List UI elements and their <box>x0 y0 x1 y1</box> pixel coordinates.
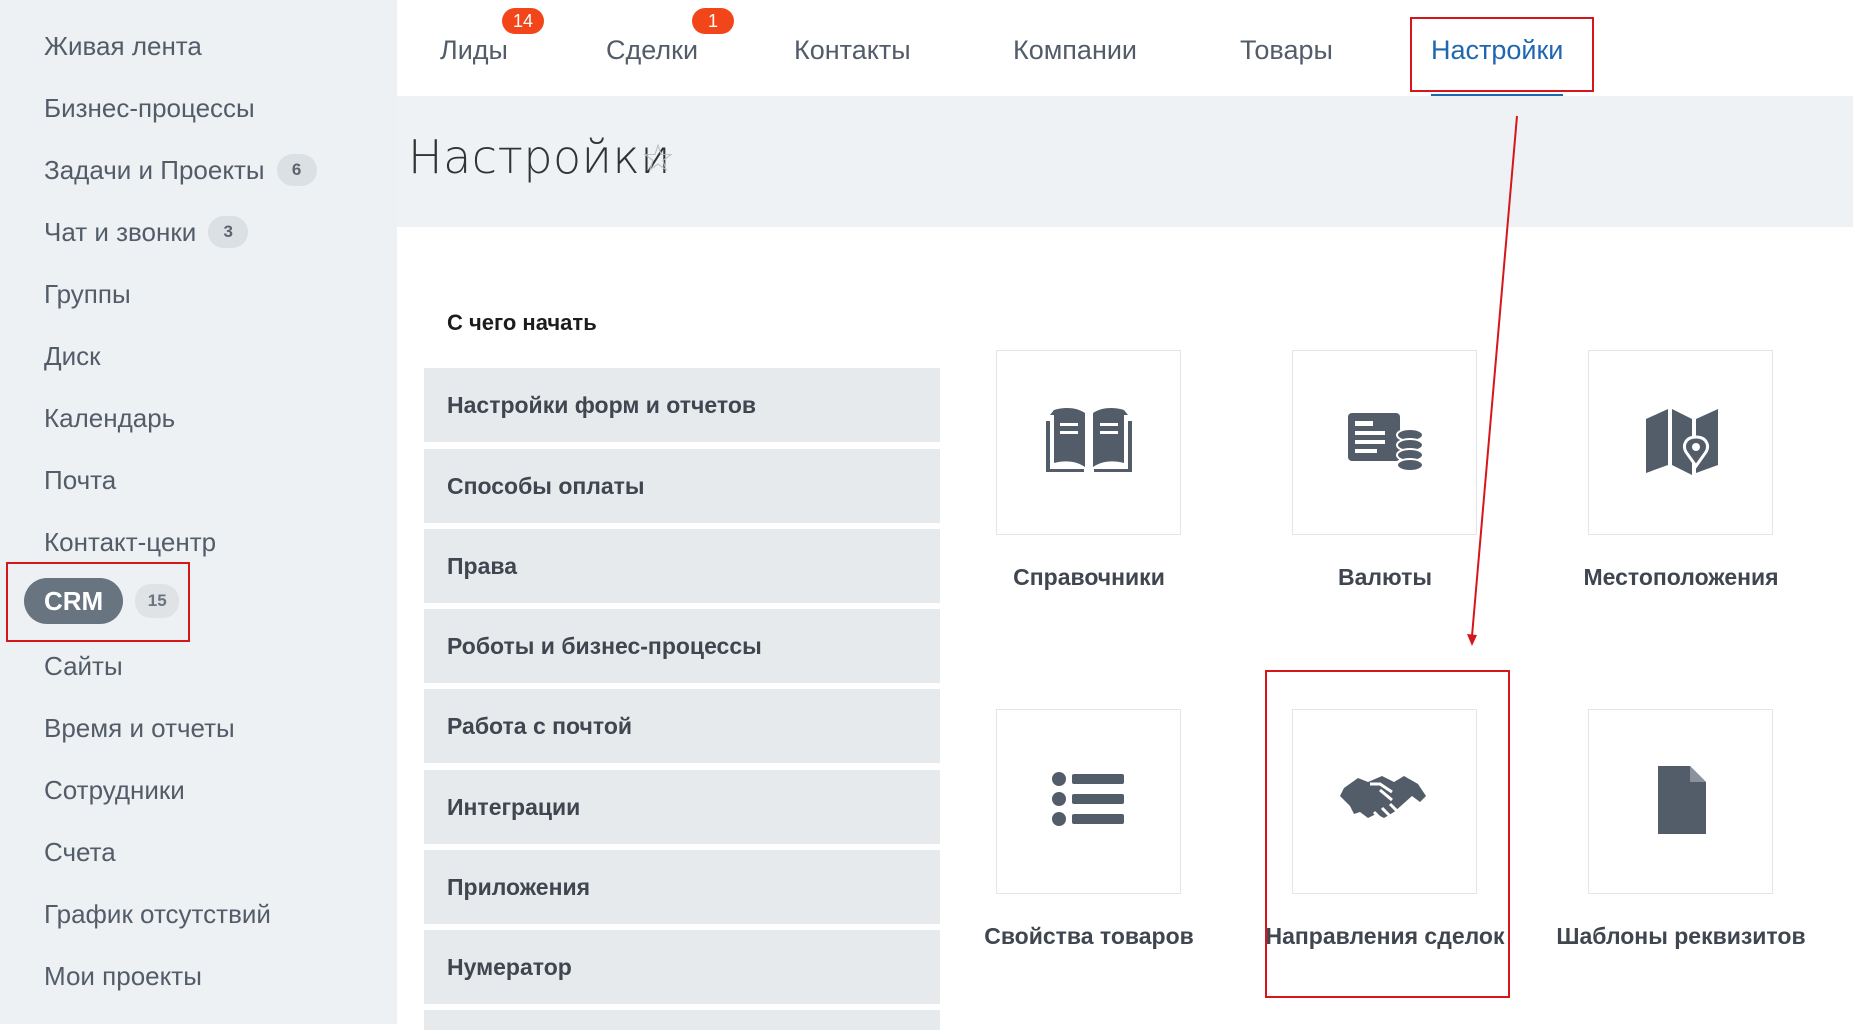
tile-label: Местоположения <box>1583 564 1779 590</box>
sidebar-item-my-projects[interactable]: Мои проекты <box>44 956 202 996</box>
tab-label: Контакты <box>794 34 911 65</box>
sidebar-item-employees[interactable]: Сотрудники <box>44 770 185 810</box>
tab-products[interactable]: Товары <box>1240 28 1333 72</box>
sidebar-item-sites[interactable]: Сайты <box>44 646 123 686</box>
tab-label: Сделки <box>606 34 699 65</box>
page-title: Настройки <box>408 130 672 184</box>
document-icon <box>1636 754 1726 849</box>
tab-contacts[interactable]: Контакты <box>794 28 911 72</box>
sidebar-item-label: Задачи и Проекты <box>44 154 265 185</box>
sidebar-item-groups[interactable]: Группы <box>44 274 131 314</box>
sidebar-item-badge: 3 <box>208 216 249 248</box>
sidebar-item-label: Живая лента <box>44 30 202 61</box>
settings-tab-highlight-frame <box>1410 17 1594 92</box>
list-icon <box>1044 754 1134 849</box>
deal-pipelines-highlight-frame <box>1265 670 1510 998</box>
section-heading: С чего начать <box>447 310 597 335</box>
sidebar-item-feed[interactable]: Живая лента <box>44 26 202 66</box>
tile-box <box>996 709 1181 894</box>
sidebar-item-business-processes[interactable]: Бизнес-процессы <box>44 88 255 128</box>
settings-menu-item[interactable]: Права <box>424 529 940 603</box>
sidebar-item-invoices[interactable]: Счета <box>44 832 116 872</box>
sidebar-item-absence-chart[interactable]: График отсутствий <box>44 894 271 934</box>
sidebar-item-disk[interactable]: Диск <box>44 336 101 376</box>
sidebar-item-tasks[interactable]: Задачи и Проекты 6 <box>44 150 317 190</box>
crm-tabs: Лиды 14 Сделки 1 Контакты Компании Товар… <box>397 0 1853 98</box>
sidebar-item-label: Бизнес-процессы <box>44 92 255 123</box>
settings-menu-item[interactable]: Интеграции <box>424 770 940 844</box>
sidebar-item-contact-center[interactable]: Контакт-центр <box>44 522 216 562</box>
settings-menu-item[interactable]: Приложения <box>424 850 940 924</box>
sidebar-item-label: Диск <box>44 340 101 371</box>
tile-label: Шаблоны реквизитов <box>1556 923 1806 949</box>
sidebar-item-label: Группы <box>44 278 131 309</box>
settings-menu-item[interactable]: Роботы и бизнес-процессы <box>424 609 940 683</box>
settings-menu-item[interactable]: Работа с почтой <box>424 689 940 763</box>
left-sidebar: Живая лента Бизнес-процессы Задачи и Про… <box>0 0 397 1024</box>
sidebar-item-label: Почта <box>44 464 117 495</box>
tile-box <box>1292 350 1477 535</box>
tab-counter: 1 <box>692 8 735 34</box>
tile-box <box>1588 350 1773 535</box>
sidebar-item-calendar[interactable]: Календарь <box>44 398 175 438</box>
map-pin-icon <box>1636 395 1726 490</box>
favorite-star-icon[interactable]: ☆ <box>641 136 675 181</box>
tile-label: Валюты <box>1338 564 1432 590</box>
tab-label: Товары <box>1240 34 1333 65</box>
sidebar-item-label: Мои проекты <box>44 960 202 991</box>
sidebar-item-label: Счета <box>44 836 116 867</box>
sidebar-item-label: Сайты <box>44 650 123 681</box>
tab-leads[interactable]: Лиды 14 <box>440 8 544 72</box>
tab-label: Компании <box>1013 34 1138 65</box>
tile-label: Свойства товаров <box>984 923 1194 949</box>
currency-icon <box>1340 395 1430 490</box>
sidebar-item-time-reports[interactable]: Время и отчеты <box>44 708 235 748</box>
book-icon <box>1044 395 1134 490</box>
settings-menu-item[interactable]: Способы оплаты <box>424 449 940 523</box>
tab-companies[interactable]: Компании <box>1013 28 1137 72</box>
settings-menu-item[interactable]: Настройки форм и отчетов <box>424 368 940 442</box>
sidebar-item-label: Контакт-центр <box>44 526 217 557</box>
tab-label: Лиды <box>440 34 508 65</box>
tab-counter: 14 <box>501 8 544 34</box>
tile-box <box>1588 709 1773 894</box>
sidebar-item-label: Чат и звонки <box>44 216 197 247</box>
sidebar-item-label: Время и отчеты <box>44 712 235 743</box>
sidebar-item-label: Календарь <box>44 402 176 433</box>
sidebar-item-label: Сотрудники <box>44 774 185 805</box>
tile-label: Справочники <box>1013 564 1165 590</box>
tab-deals[interactable]: Сделки 1 <box>606 8 735 72</box>
sidebar-item-label: График отсутствий <box>44 898 271 929</box>
sidebar-item-badge: 6 <box>276 154 317 186</box>
settings-menu-item[interactable]: Нумератор <box>424 930 940 1004</box>
sidebar-item-mail[interactable]: Почта <box>44 460 116 500</box>
tile-box <box>996 350 1181 535</box>
sidebar-item-chat[interactable]: Чат и звонки 3 <box>44 212 249 252</box>
settings-menu-item[interactable] <box>424 1010 940 1030</box>
crm-highlight-frame <box>6 562 190 642</box>
